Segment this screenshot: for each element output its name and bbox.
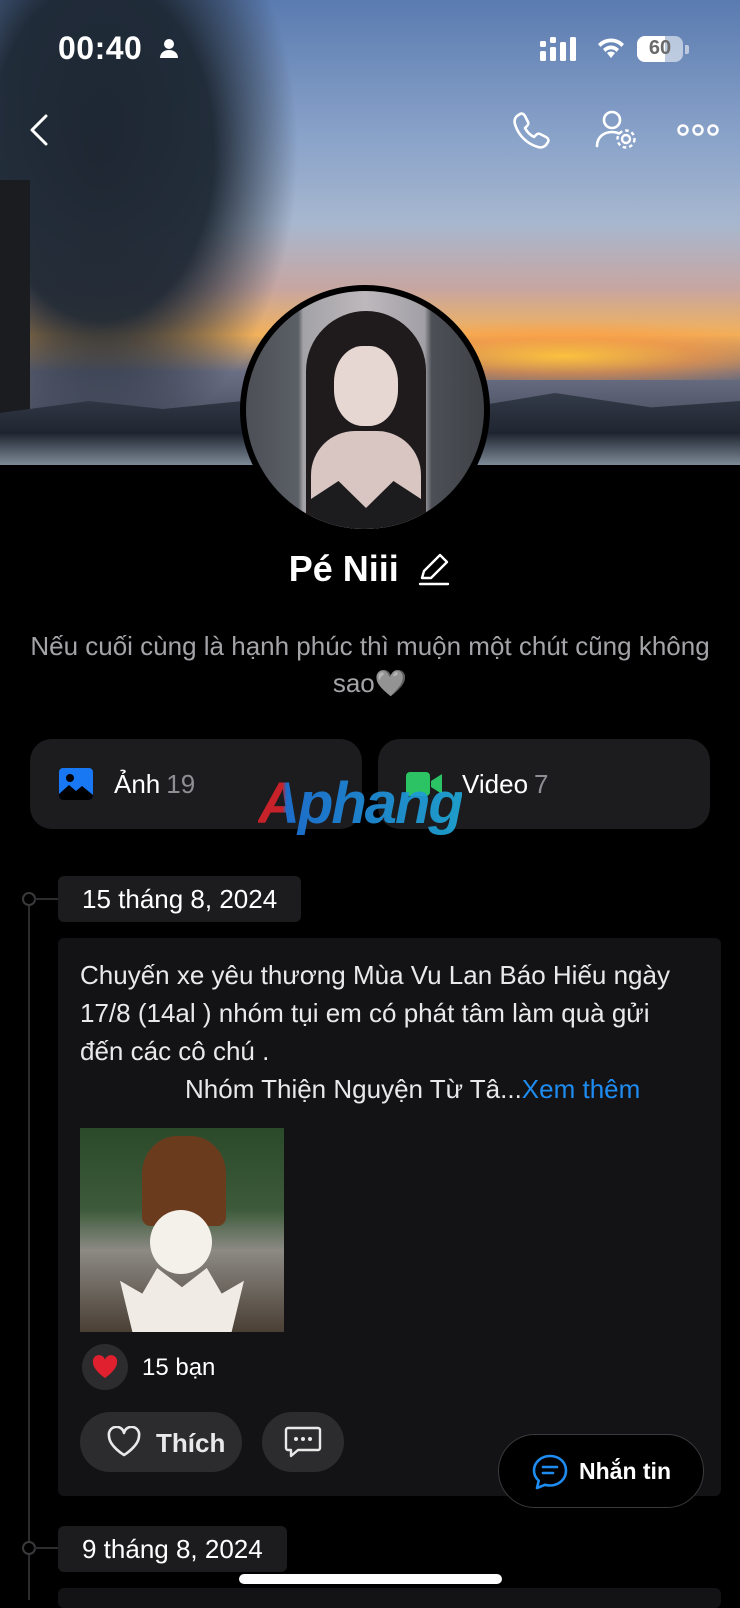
profile-bio: Nếu cuối cùng là hạnh phúc thì muộn một … bbox=[30, 631, 710, 698]
status-time: 00:40 bbox=[58, 30, 143, 66]
timeline-tick bbox=[34, 898, 58, 900]
comment-icon bbox=[284, 1426, 322, 1458]
post-text-truncated: Nhóm Thiện Nguyện Từ Tâ... bbox=[185, 1074, 522, 1104]
heart-outline-icon bbox=[107, 1426, 141, 1457]
status-bar: 00:40 60 bbox=[0, 22, 740, 78]
wifi-icon bbox=[598, 38, 624, 58]
photo-icon bbox=[59, 768, 93, 800]
cellular-signal-icon bbox=[540, 37, 576, 61]
post-text-line: Chuyến xe yêu thương Mùa Vu Lan Báo Hiếu… bbox=[80, 960, 670, 1066]
like-label: Thích bbox=[156, 1428, 226, 1458]
timeline-post[interactable]: Chuyến xe yêu thương Mùa Vu Lan Báo Hiếu… bbox=[58, 938, 721, 1496]
see-more-link[interactable]: Xem thêm bbox=[522, 1074, 641, 1104]
photos-label: Ảnh bbox=[114, 769, 161, 799]
phone-icon[interactable] bbox=[510, 108, 554, 152]
comment-button[interactable] bbox=[262, 1412, 344, 1472]
post-text: Chuyến xe yêu thương Mùa Vu Lan Báo Hiếu… bbox=[80, 956, 700, 1108]
battery-level: 60 bbox=[648, 37, 672, 59]
profile-avatar[interactable] bbox=[240, 285, 490, 535]
back-icon[interactable] bbox=[20, 108, 64, 152]
like-button[interactable]: Thích bbox=[80, 1412, 242, 1472]
heart-reaction-icon bbox=[82, 1344, 128, 1390]
photos-button[interactable]: Ảnh 19 bbox=[30, 739, 362, 829]
reaction-count: 15 bạn bbox=[142, 1354, 216, 1381]
timeline-date: 9 tháng 8, 2024 bbox=[58, 1526, 287, 1572]
timeline-post[interactable] bbox=[58, 1588, 721, 1608]
chat-bubble-icon bbox=[532, 1454, 568, 1490]
videos-count: 7 bbox=[534, 769, 549, 799]
edit-pencil-icon[interactable] bbox=[417, 552, 451, 586]
user-settings-icon[interactable] bbox=[594, 108, 638, 152]
timeline-line bbox=[28, 900, 30, 1600]
timeline-tick bbox=[34, 1547, 58, 1549]
battery-indicator: 60 bbox=[637, 36, 689, 62]
profile-name-row: Pé Niii bbox=[0, 548, 740, 598]
video-camera-icon bbox=[406, 772, 442, 796]
profile-name: Pé Niii bbox=[288, 548, 399, 589]
home-indicator[interactable] bbox=[239, 1574, 502, 1584]
videos-label: Video bbox=[462, 769, 529, 799]
timeline-date: 15 tháng 8, 2024 bbox=[58, 876, 302, 922]
post-photo[interactable] bbox=[80, 1128, 284, 1332]
send-message-label: Nhắn tin bbox=[579, 1458, 671, 1484]
videos-button[interactable]: Video 7 bbox=[378, 739, 710, 829]
send-message-button[interactable]: Nhắn tin bbox=[498, 1434, 704, 1508]
person-icon bbox=[160, 39, 178, 58]
photos-count: 19 bbox=[166, 769, 196, 799]
more-options-icon[interactable] bbox=[676, 108, 720, 152]
